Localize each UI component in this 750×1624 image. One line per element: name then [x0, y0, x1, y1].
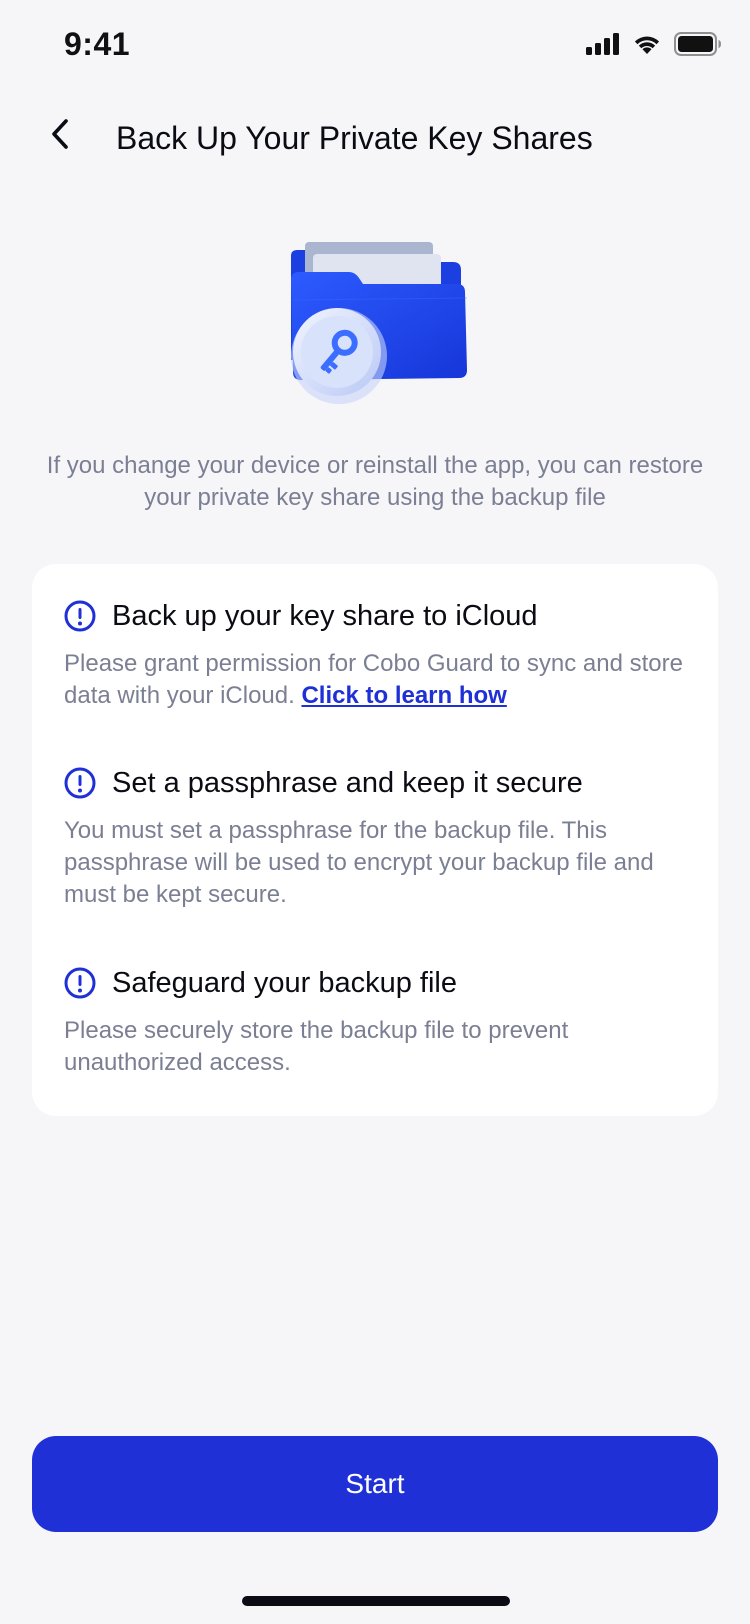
info-item-title: Safeguard your backup file [112, 966, 457, 999]
page-title: Back Up Your Private Key Shares [116, 120, 593, 156]
info-item-description: Please grant permission for Cobo Guard t… [64, 648, 694, 712]
info-item-header: Safeguard your backup file [64, 963, 694, 1003]
info-item-description: Please securely store the backup file to… [64, 1017, 569, 1076]
folder-key-icon [285, 240, 471, 412]
info-item-header: Set a passphrase and keep it secure [64, 763, 694, 803]
status-bar: 9:41 [0, 0, 750, 92]
info-item-icloud: Back up your key share to iCloud Please … [64, 596, 694, 712]
navigation-bar: Back Up Your Private Key Shares [0, 100, 750, 186]
info-item-title: Set a passphrase and keep it secure [112, 766, 583, 799]
learn-how-link[interactable]: Click to learn how [301, 682, 506, 709]
home-indicator [242, 1596, 510, 1606]
start-button[interactable]: Start [32, 1436, 718, 1532]
info-item-passphrase: Set a passphrase and keep it secure You … [64, 763, 694, 911]
status-time: 9:41 [64, 26, 131, 62]
wifi-icon [632, 33, 662, 60]
info-item-safeguard: Safeguard your backup file Please secure… [64, 963, 694, 1079]
exclamation-circle-icon [64, 600, 96, 632]
exclamation-circle-icon [64, 967, 96, 999]
intro-text: If you change your device or reinstall t… [46, 452, 704, 511]
info-item-header: Back up your key share to iCloud [64, 596, 694, 636]
exclamation-circle-icon [64, 767, 96, 799]
cellular-signal-icon [586, 33, 620, 60]
chevron-left-icon [48, 117, 72, 156]
back-button[interactable] [38, 114, 82, 158]
info-item-description: You must set a passphrase for the backup… [64, 817, 654, 908]
info-item-title: Back up your key share to iCloud [112, 599, 538, 632]
status-icons [586, 32, 722, 61]
info-card: Back up your key share to iCloud Please … [32, 564, 718, 1116]
battery-icon [674, 32, 722, 61]
backup-key-shares-screen: 9:41 Back Up Your Private Key Shares If … [0, 0, 750, 1624]
